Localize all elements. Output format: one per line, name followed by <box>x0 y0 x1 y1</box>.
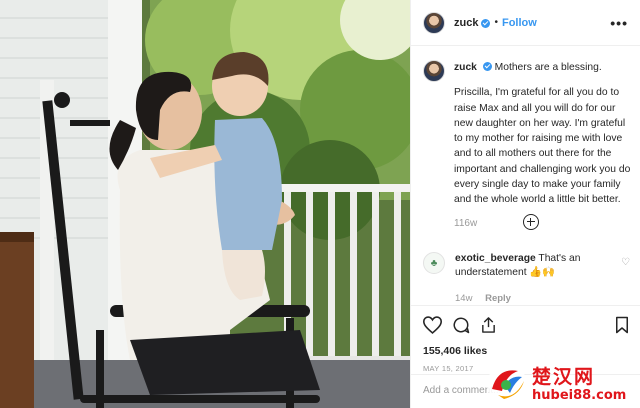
follow-button[interactable]: Follow <box>502 17 537 29</box>
comment-timestamp[interactable]: 14w <box>455 293 472 304</box>
commenter-avatar[interactable]: ♣ <box>423 252 445 274</box>
like-heart-icon[interactable] <box>423 316 442 334</box>
caption-timestamp[interactable]: 116w <box>454 216 634 231</box>
caption-body: zuck Mothers are a blessing. Priscilla, … <box>454 60 634 231</box>
author-username[interactable]: zuck <box>454 17 478 29</box>
caption-text: Priscilla, I'm grateful for all you do t… <box>454 87 631 206</box>
caption-first-line: Mothers are a blessing. <box>494 62 602 73</box>
caption-avatar[interactable] <box>423 60 445 82</box>
comment-like-icon[interactable]: ♡ <box>621 257 630 268</box>
caption-username[interactable]: zuck <box>454 62 477 73</box>
commenter-username[interactable]: exotic_beverage <box>455 253 536 264</box>
watermark-url: hubei88.com <box>532 388 627 403</box>
bookmark-icon[interactable] <box>615 316 629 334</box>
comment-bubble-icon[interactable] <box>452 316 470 334</box>
post-sidebar: zuck • Follow ••• zuck Mothers are a ble… <box>410 0 640 408</box>
watermark-brand: 楚汉网 <box>532 366 596 388</box>
reply-button[interactable]: Reply <box>485 293 511 304</box>
load-more-comments-icon[interactable] <box>523 214 539 230</box>
more-options-icon[interactable]: ••• <box>610 15 628 31</box>
likes-count[interactable]: 155,406 likes <box>423 345 629 357</box>
share-icon[interactable] <box>480 316 497 334</box>
verified-icon <box>482 62 492 71</box>
caption-headline: zuck Mothers are a blessing. <box>454 60 634 75</box>
author-avatar[interactable] <box>423 11 445 34</box>
action-icons <box>423 314 629 336</box>
separator-dot: • <box>494 17 498 28</box>
post-caption: zuck Mothers are a blessing. Priscilla, … <box>411 46 640 231</box>
post-header: zuck • Follow ••• <box>411 0 640 46</box>
verified-icon <box>481 19 491 28</box>
post-photo[interactable] <box>0 0 410 408</box>
watermark-logo-icon <box>487 364 527 404</box>
photo-illustration <box>0 0 410 408</box>
comment-body: exotic_beverage That's an understatement… <box>455 252 615 306</box>
comment-item: ♣ exotic_beverage That's an understateme… <box>423 252 633 306</box>
site-watermark: 楚汉网 hubei88.com <box>482 360 640 408</box>
comment-meta: 14w Reply <box>455 292 615 306</box>
